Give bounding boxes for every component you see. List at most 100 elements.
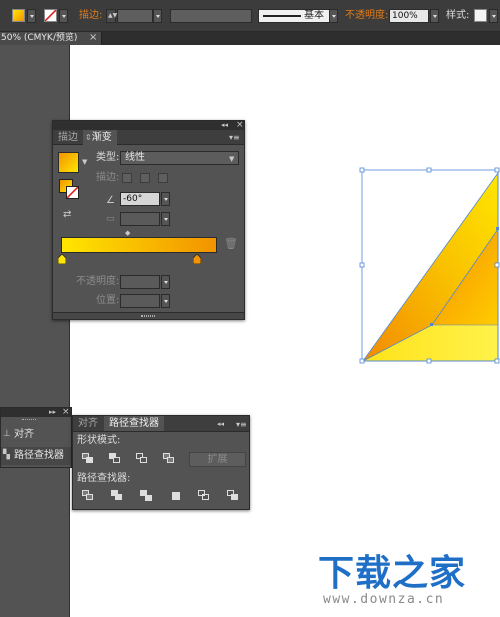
gradient-type-value: 线性: [125, 152, 145, 163]
stroke-weight-dropdown[interactable]: [153, 9, 162, 23]
gradient-panel: ◂◂ × 描边 ⇕渐变 ▾≡ ▼ ⇄ 类型: 线性 ▼ 描边: ∠ -60° ▭…: [52, 120, 245, 320]
variable-width-profile[interactable]: [170, 9, 252, 23]
tab-stroke[interactable]: 描边: [53, 130, 83, 145]
brush-definition-value: 基本: [304, 10, 324, 21]
type-label: 类型:: [96, 152, 120, 163]
brush-definition-select[interactable]: 基本: [258, 9, 338, 23]
gradient-stop-end[interactable]: [192, 253, 202, 265]
opacity-input[interactable]: 100%: [389, 9, 429, 23]
minus-front-button[interactable]: [109, 453, 122, 465]
pathfinder-icon: ▚: [3, 450, 10, 460]
opacity-label[interactable]: 不透明度:: [345, 9, 388, 23]
panel-menu-icon[interactable]: ▾≡: [229, 133, 240, 142]
stroke-label: 描边:: [96, 172, 120, 183]
style-label: 样式:: [446, 10, 470, 21]
selected-artwork[interactable]: [355, 165, 500, 367]
trim-button[interactable]: [111, 490, 124, 502]
intersect-button[interactable]: [136, 453, 149, 465]
crop-button[interactable]: [169, 490, 182, 502]
pathfinder-panel-tabs: 对齐 路径查找器 ◂◂ ▾≡: [73, 416, 249, 432]
panel-menu-icon[interactable]: ▾≡: [236, 420, 247, 429]
collapse-panel-icon[interactable]: ◂◂: [217, 420, 224, 429]
fill-color-swatch[interactable]: [12, 9, 25, 22]
none-icon: [66, 186, 79, 199]
opacity-dropdown[interactable]: [430, 9, 439, 23]
panel-resize-grip[interactable]: [53, 312, 244, 319]
shape-modes-label: 形状模式:: [77, 435, 121, 446]
stop-opacity-input: [120, 275, 160, 289]
stroke-weight-input[interactable]: [117, 9, 153, 23]
chevron-down-icon: ▼: [229, 155, 235, 163]
collapsed-panel-titlebar[interactable]: ▸▸ ×: [1, 408, 71, 417]
expand-panel-icon[interactable]: ▸▸: [49, 408, 56, 417]
pathfinder-panel: 对齐 路径查找器 ◂◂ ▾≡ 形状模式: 扩展 路径查找器:: [72, 415, 250, 510]
close-panel-icon[interactable]: ×: [62, 408, 70, 417]
document-tab-title: 50% (CMYK/预览): [1, 33, 78, 43]
panel-button-align-label: 对齐: [14, 429, 34, 440]
document-tab-close-icon[interactable]: ×: [89, 31, 97, 45]
resize-grip-icon: [141, 315, 155, 317]
gradient-panel-tabs: 描边 ⇕渐变 ▾≡: [53, 130, 244, 145]
pathfinders-label: 路径查找器:: [77, 473, 131, 484]
collapsed-panel-group: ▸▸ × ⊥ 对齐 ▚ 路径查找器: [0, 407, 72, 468]
opacity-value: 100%: [392, 11, 418, 21]
stroke-proxy[interactable]: [66, 186, 79, 199]
gradient-preview-dropdown-icon[interactable]: ▼: [82, 158, 87, 167]
watermark-logo: 下载之家: [318, 553, 467, 594]
gradient-panel-titlebar[interactable]: ◂◂ ×: [53, 121, 244, 130]
minus-back-button[interactable]: [227, 490, 240, 502]
merge-button[interactable]: [140, 490, 153, 502]
delete-stop-icon[interactable]: 🗑: [224, 238, 238, 249]
fill-dropdown[interactable]: [27, 9, 36, 23]
document-tab[interactable]: 50% (CMYK/预览) ×: [0, 32, 102, 45]
graphic-style-swatch[interactable]: [474, 9, 487, 22]
panel-button-align[interactable]: ⊥ 对齐: [1, 426, 71, 444]
gradient-type-select[interactable]: 线性 ▼: [120, 151, 239, 165]
panel-grip-icon: [22, 419, 36, 420]
control-bar: 描边: ▲▼ 基本 不透明度: 100% 样式:: [0, 0, 500, 32]
none-icon: [44, 9, 57, 22]
gradient-preview-swatch[interactable]: [58, 152, 79, 173]
watermark-url: www.downza.cn: [323, 592, 445, 607]
aspect-ratio-input: [120, 212, 160, 226]
stop-opacity-dropdown: [161, 275, 170, 289]
angle-input[interactable]: -60°: [120, 192, 160, 206]
outline-button[interactable]: [198, 490, 211, 502]
gradient-slider-bar[interactable]: [61, 237, 217, 253]
fill-stroke-proxy[interactable]: [59, 179, 81, 203]
location-label: 位置:: [96, 295, 120, 306]
stroke-dropdown[interactable]: [59, 9, 68, 23]
expand-button-label: 扩展: [207, 454, 228, 465]
stroke-gradient-across-icon: [158, 173, 168, 183]
reverse-gradient-icon[interactable]: ⇄: [63, 210, 71, 220]
align-icon: ⊥: [3, 429, 11, 439]
close-panel-icon[interactable]: ×: [236, 121, 244, 130]
stroke-weight-stepper[interactable]: ▲▼: [106, 9, 118, 23]
aspect-ratio-icon: ▭: [106, 214, 115, 224]
tab-align[interactable]: 对齐: [73, 416, 103, 431]
angle-icon: ∠: [106, 195, 115, 206]
opacity-label: 不透明度:: [76, 276, 120, 287]
stroke-none-swatch[interactable]: [44, 9, 57, 22]
panel-button-pathfinder[interactable]: ▚ 路径查找器: [1, 447, 71, 465]
tab-gradient[interactable]: ⇕渐变: [83, 130, 117, 145]
unite-button[interactable]: [82, 453, 95, 465]
collapse-panel-icon[interactable]: ◂◂: [221, 121, 228, 130]
panel-button-pathfinder-label: 路径查找器: [14, 450, 64, 461]
angle-dropdown[interactable]: [161, 192, 170, 206]
tab-grip-icon: ⇕: [85, 133, 92, 142]
stepper-arrows-icon: ▲▼: [108, 12, 118, 19]
stroke-gradient-within-icon: [122, 173, 132, 183]
tab-pathfinder[interactable]: 路径查找器: [104, 416, 164, 431]
expand-button: 扩展: [189, 452, 246, 467]
gradient-stop-start[interactable]: [57, 253, 67, 265]
stop-location-input: [120, 294, 160, 308]
stroke-gradient-along-icon: [140, 173, 150, 183]
graphic-style-dropdown[interactable]: [489, 9, 498, 23]
divide-button[interactable]: [82, 490, 95, 502]
exclude-button[interactable]: [163, 453, 176, 465]
stroke-line-preview: [263, 15, 301, 17]
aspect-ratio-dropdown: [161, 212, 170, 226]
brush-dropdown[interactable]: [329, 9, 338, 23]
angle-value: -60°: [123, 194, 143, 204]
